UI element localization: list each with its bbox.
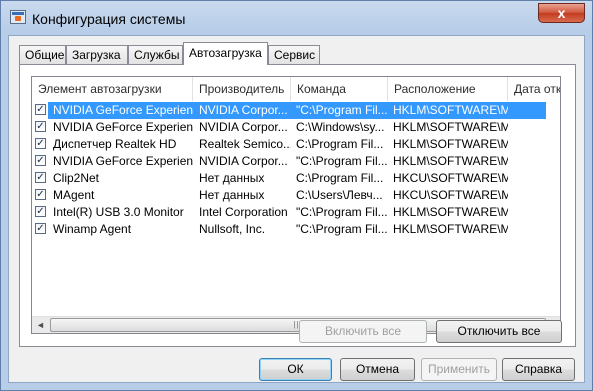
startup-item-manufacturer: Nullsoft, Inc. <box>199 222 266 236</box>
startup-items-list[interactable]: Элемент автозагрузки Производитель Коман… <box>31 76 561 334</box>
startup-item-command: "C:\Program Fil... <box>296 103 388 117</box>
dialog-body: Общие Загрузка Службы Автозагрузка Серви… <box>8 35 585 383</box>
startup-item-checkbox[interactable]: ✓ <box>35 121 46 132</box>
startup-item-manufacturer: Нет данных <box>199 188 265 202</box>
startup-tab-panel: Элемент автозагрузки Производитель Коман… <box>19 64 576 347</box>
tab-tools[interactable]: Сервис <box>268 45 320 64</box>
table-row[interactable]: ✓ NVIDIA GeForce Experience NVIDIA Corpor.… <box>32 153 560 170</box>
table-row[interactable]: ✓ NVIDIA GeForce Experience NVIDIA Corpor.… <box>32 102 560 119</box>
startup-item-location: HKLM\SOFTWARE\M... <box>393 154 508 168</box>
tab-services[interactable]: Службы <box>128 45 183 64</box>
startup-item-manufacturer: NVIDIA Corpor... <box>199 154 288 168</box>
startup-item-manufacturer: Realtek Semico... <box>199 137 291 151</box>
table-row[interactable]: ✓ Диспетчер Realtek HD Realtek Semico... C:… <box>32 136 560 153</box>
startup-item-location: HKLM\SOFTWARE\M... <box>393 120 508 134</box>
column-header-item[interactable]: Элемент автозагрузки <box>32 77 193 101</box>
startup-item-checkbox[interactable]: ✓ <box>35 223 46 234</box>
column-header-manufacturer[interactable]: Производитель <box>193 77 291 101</box>
startup-item-name: Clip2Net <box>53 171 100 185</box>
startup-item-checkbox[interactable]: ✓ <box>35 104 46 115</box>
tab-boot[interactable]: Загрузка <box>66 45 128 64</box>
startup-item-command: C:\Windows\sy... <box>296 120 385 134</box>
help-button[interactable]: Справка <box>502 358 575 381</box>
enable-all-button[interactable]: Включить все <box>299 320 427 343</box>
column-header-date-disabled[interactable]: Дата отк <box>508 77 560 101</box>
apply-button[interactable]: Применить <box>421 358 497 381</box>
startup-item-manufacturer: Intel Corporation <box>199 205 288 219</box>
startup-item-command: "C:\Program Fil... <box>296 154 388 168</box>
system-configuration-window: Конфигурация системы x Общие Загрузка Сл… <box>0 0 593 391</box>
startup-item-name: NVIDIA GeForce Experience <box>53 103 193 117</box>
startup-item-command: "C:\Program Fil... <box>296 205 388 219</box>
startup-item-checkbox[interactable]: ✓ <box>35 155 46 166</box>
table-row[interactable]: ✓ Winamp Agent Nullsoft, Inc. "C:\Program F… <box>32 221 560 238</box>
startup-item-manufacturer: NVIDIA Corpor... <box>199 120 288 134</box>
tab-general[interactable]: Общие <box>19 45 66 64</box>
startup-item-location: HKLM\SOFTWARE\M... <box>393 205 508 219</box>
startup-item-checkbox[interactable]: ✓ <box>35 138 46 149</box>
startup-item-location: HKLM\SOFTWARE\M... <box>393 137 508 151</box>
startup-item-command: C:\Program Fil... <box>296 171 384 185</box>
startup-item-name: Intel(R) USB 3.0 Monitor <box>53 205 184 219</box>
title-bar[interactable]: Конфигурация системы x <box>1 1 592 35</box>
column-header-location[interactable]: Расположение <box>388 77 508 101</box>
startup-item-location: HKCU\SOFTWARE\M... <box>393 171 508 185</box>
column-header-command[interactable]: Команда <box>291 77 388 101</box>
close-button[interactable]: x <box>538 3 585 23</box>
startup-item-checkbox[interactable]: ✓ <box>35 206 46 217</box>
table-row[interactable]: ✓ Clip2Net Нет данных C:\Program Fil... HKCU… <box>32 170 560 187</box>
scroll-left-icon[interactable]: ◄ <box>32 317 49 333</box>
startup-item-name: NVIDIA GeForce Experience <box>53 154 193 168</box>
cancel-button[interactable]: Отмена <box>340 358 415 381</box>
startup-item-location: HKCU\SOFTWARE\M... <box>393 188 508 202</box>
startup-item-checkbox[interactable]: ✓ <box>35 189 46 200</box>
startup-item-name: Winamp Agent <box>53 222 132 236</box>
ok-button[interactable]: ОК <box>259 358 332 381</box>
startup-item-command: C:\Program Fil... <box>296 137 384 151</box>
startup-item-manufacturer: Нет данных <box>199 171 265 185</box>
tab-startup[interactable]: Автозагрузка <box>183 42 268 65</box>
startup-item-location: HKLM\SOFTWARE\M... <box>393 103 508 117</box>
window-title: Конфигурация системы <box>32 11 186 27</box>
startup-item-command: "C:\Program Fil... <box>296 222 388 236</box>
startup-item-name: Диспетчер Realtek HD <box>53 137 177 151</box>
table-row[interactable]: ✓ Intel(R) USB 3.0 Monitor Intel Corporati… <box>32 204 560 221</box>
startup-item-manufacturer: NVIDIA Corpor... <box>199 103 288 117</box>
table-row[interactable]: ✓ MAgent Нет данных C:\Users\Левч... HKCU\SO… <box>32 187 560 204</box>
msconfig-app-icon <box>10 10 26 24</box>
column-header-row: Элемент автозагрузки Производитель Коман… <box>32 77 560 101</box>
close-icon: x <box>557 5 566 21</box>
startup-item-command: C:\Users\Левч... <box>296 188 383 202</box>
disable-all-button[interactable]: Отключить все <box>436 320 562 343</box>
startup-item-location: HKLM\SOFTWARE\M... <box>393 222 508 236</box>
table-row[interactable]: ✓ NVIDIA GeForce Experience NVIDIA Corpor.… <box>32 119 560 136</box>
startup-item-name: NVIDIA GeForce Experience <box>53 120 193 134</box>
startup-item-name: MAgent <box>53 188 95 202</box>
startup-item-checkbox[interactable]: ✓ <box>35 172 46 183</box>
